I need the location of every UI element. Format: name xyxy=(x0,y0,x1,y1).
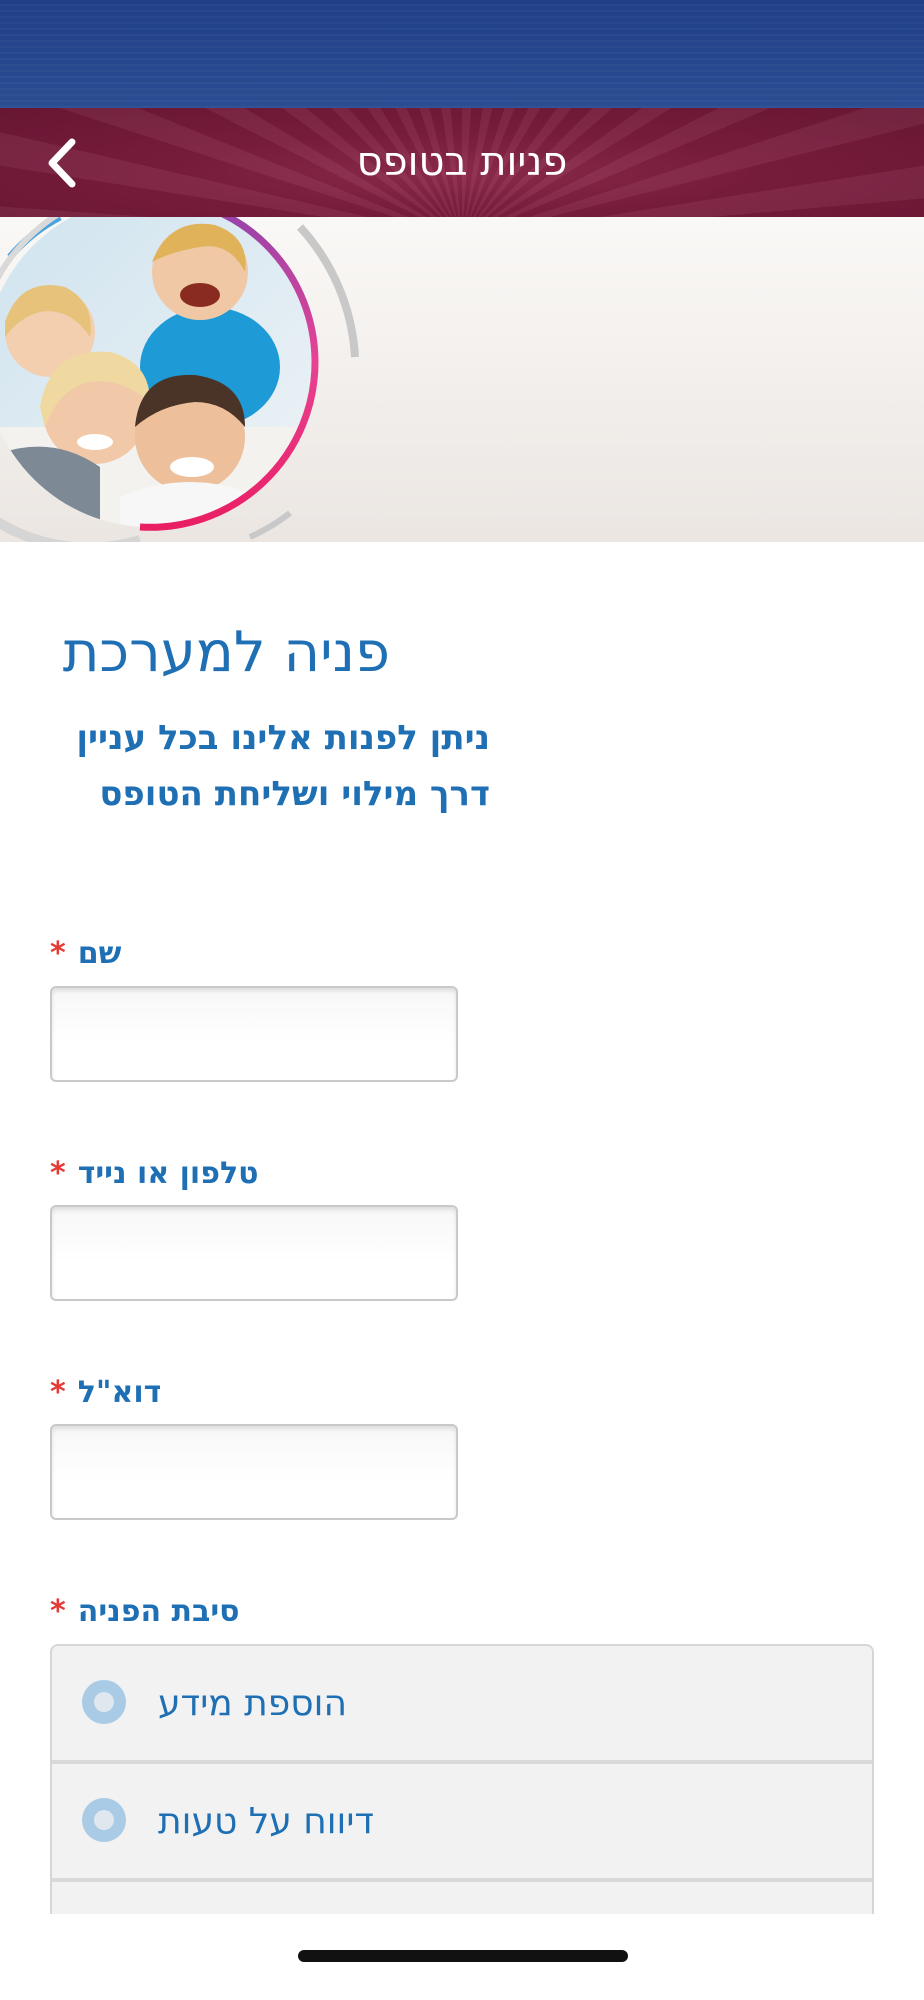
phone-label: טלפון או נייד * xyxy=(50,1154,258,1194)
page-title: פניות בטופס xyxy=(356,139,568,185)
email-label-text: דוא"ל xyxy=(77,1375,162,1410)
status-bar xyxy=(0,0,924,108)
home-indicator[interactable] xyxy=(298,1950,628,1962)
radio-option-label: הוספת מידע xyxy=(158,1683,347,1724)
radio-button-icon[interactable] xyxy=(82,1680,126,1724)
reason-option-partially-visible[interactable] xyxy=(52,1882,872,1914)
name-label-text: שם xyxy=(77,936,122,971)
reason-option-add-info[interactable]: הוספת מידע xyxy=(52,1646,872,1764)
navigation-bar: פניות בטופס xyxy=(0,108,924,217)
intro-line-1: ניתן לפנות אלינו בכל עניין xyxy=(76,718,490,758)
name-label: שם * xyxy=(50,934,121,974)
email-input[interactable] xyxy=(50,1424,458,1520)
phone-input[interactable] xyxy=(50,1205,458,1301)
reason-label: סיבת הפניה * xyxy=(50,1592,240,1632)
reason-label-text: סיבת הפניה xyxy=(77,1594,240,1629)
radio-button-icon[interactable] xyxy=(82,1798,126,1842)
reason-option-report-error[interactable]: דיווח על טעות xyxy=(52,1764,872,1882)
radio-option-label: דיווח על טעות xyxy=(158,1801,375,1842)
required-asterisk: * xyxy=(50,1375,66,1410)
required-asterisk: * xyxy=(50,1594,66,1629)
home-indicator-area xyxy=(0,1916,924,2000)
form-heading: פניה למערכת xyxy=(62,620,390,685)
name-input[interactable] xyxy=(50,986,458,1082)
email-label: דוא"ל * xyxy=(50,1373,161,1413)
form-intro: ניתן לפנות אלינו בכל עניין דרך מילוי ושל… xyxy=(50,710,490,822)
reason-radio-group: הוספת מידע דיווח על טעות xyxy=(50,1644,874,1914)
required-asterisk: * xyxy=(50,936,66,971)
intro-line-2: דרך מילוי ושליחת הטופס xyxy=(99,774,490,814)
banner xyxy=(0,217,924,542)
family-photo xyxy=(0,217,359,542)
phone-label-text: טלפון או נייד xyxy=(77,1156,259,1191)
required-asterisk: * xyxy=(50,1156,66,1191)
